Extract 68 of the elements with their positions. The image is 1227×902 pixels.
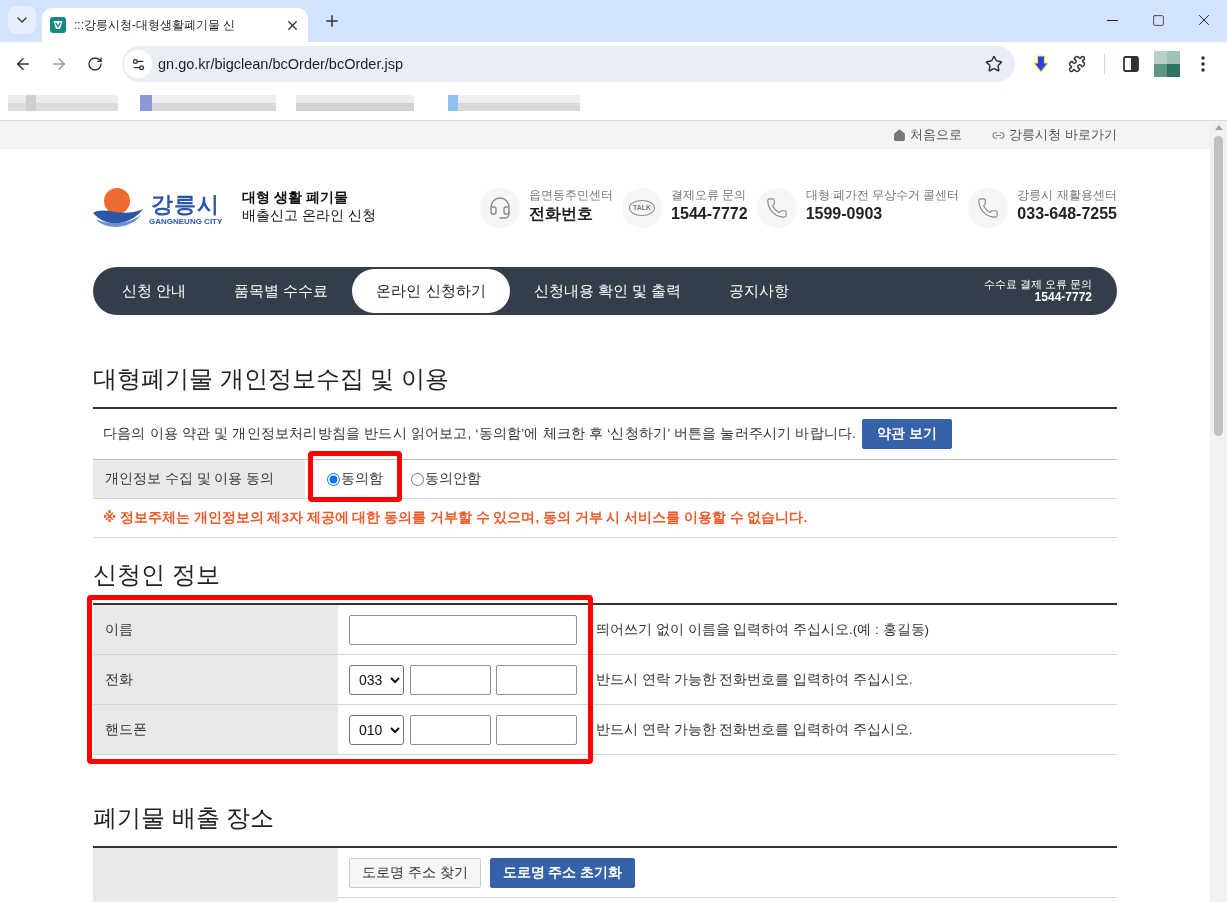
utility-link[interactable]: 강릉시청 바로가기 xyxy=(992,126,1117,144)
puzzle-icon xyxy=(1068,55,1086,73)
nav-tab[interactable]: 온라인 신청하기 xyxy=(352,269,510,313)
warning-text: ※ 정보주체는 개인정보의 제3자 제공에 대한 동의를 거부할 수 있으며, 동의 거부 시 서비스를 이용할 수 없습니다. xyxy=(103,509,808,527)
area-code-select[interactable]: 033 xyxy=(349,664,404,695)
contact-label: 강릉시 재활용센터 xyxy=(1017,188,1117,203)
phone-input-field[interactable] xyxy=(410,664,491,695)
field-hint: 반드시 연락 가능한 전화번호를 입력하여 주십시오. xyxy=(595,720,913,739)
contact-number: 1544-7772 xyxy=(671,204,748,224)
area-code-select[interactable]: 010 xyxy=(349,714,404,745)
tab-search-button[interactable] xyxy=(8,6,36,34)
bookmark-star-icon[interactable] xyxy=(985,55,1003,73)
browser-tab[interactable]: :::강릉시청-대형생활폐기물 신 xyxy=(42,8,308,42)
plus-icon xyxy=(323,12,341,30)
contact-label: 대형 폐가전 무상수거 콜센터 xyxy=(805,188,960,203)
reload-icon xyxy=(87,56,103,72)
section-title: 대형폐기물 개인정보수집 및 이용 xyxy=(93,363,1117,409)
field-label: 전화 xyxy=(93,655,338,704)
tune-icon[interactable] xyxy=(124,50,152,78)
sun-wave-logo-icon xyxy=(93,187,143,229)
field-label: 이름 xyxy=(93,605,338,654)
radio-button[interactable] xyxy=(411,472,424,486)
radio-label[interactable]: 동의안함 xyxy=(425,470,481,488)
up-arrow-icon[interactable] xyxy=(1214,125,1223,130)
home-icon xyxy=(893,128,907,142)
phone-input-field[interactable] xyxy=(496,664,577,695)
field-hint: 띄어쓰기 없이 이름을 입력하여 주십시오.(예 : 홍길동) xyxy=(595,620,929,639)
address-button[interactable]: 도로명 주소 찾기 xyxy=(349,857,481,888)
utility-link[interactable]: 처음으로 xyxy=(893,126,963,144)
nav-tab[interactable]: 신청 안내 xyxy=(98,269,211,313)
contact-label: 결제오류 문의 xyxy=(671,188,748,203)
terms-button[interactable]: 약관 보기 xyxy=(862,419,952,449)
maximize-icon xyxy=(1151,13,1165,27)
phone-icon xyxy=(968,188,1009,228)
address-button[interactable]: 도로명 주소 초기화 xyxy=(489,857,636,888)
contact-number: 전화번호 xyxy=(529,204,594,224)
headset-icon xyxy=(480,188,520,228)
bucket-tile-icon xyxy=(50,17,66,33)
minimize-icon xyxy=(1106,19,1118,21)
field-hint: 반드시 연락 가능한 전화번호를 입력하여 주십시오. xyxy=(595,670,913,689)
contact-number: 1599-0903 xyxy=(805,204,884,224)
help-number: 1544-7772 xyxy=(1034,291,1092,304)
forward-arrow-icon xyxy=(50,55,68,73)
nav-tab[interactable]: 신청내용 확인 및 출력 xyxy=(509,269,706,313)
intro-text: 다음의 이용 약관 및 개인정보처리방침을 반드시 읽어보고, ‘동의함’에 체크한 후 ‘신청하기’ 버튼을 눌러주시기 바랍니다. xyxy=(103,425,857,443)
phone-input-field[interactable] xyxy=(496,714,577,745)
consent-label: 개인정보 수집 및 이용 동의 xyxy=(93,460,305,498)
logo-subtitle: GANGNEUNG CITY xyxy=(149,217,223,227)
scrollbar-thumb[interactable] xyxy=(1214,136,1223,436)
nav-tab[interactable]: 공지사항 xyxy=(705,269,814,313)
menu-icon xyxy=(1201,56,1205,72)
radio-button[interactable] xyxy=(327,472,340,486)
avatar-icon xyxy=(1154,51,1180,77)
contact-label: 읍면동주민센터 xyxy=(529,188,613,203)
address-bar[interactable]: gn.go.kr/bigclean/bcOrder/bcOrder.jsp xyxy=(122,46,1015,82)
name-input-field[interactable] xyxy=(349,614,577,645)
side-panel-icon xyxy=(1123,56,1139,72)
help-label: 수수료 결제 오류 문의 xyxy=(983,278,1092,291)
nav-tab[interactable]: 품목별 수수료 xyxy=(210,269,353,313)
down-arrow-icon xyxy=(1033,55,1049,73)
contact-number: 033-648-7255 xyxy=(1017,204,1117,224)
field-label: 핸드폰 xyxy=(93,705,338,754)
site-subtitle: 배출신고 온라인 신청 xyxy=(242,206,377,224)
radio-label[interactable]: 동의함 xyxy=(341,470,383,488)
phone-input-field[interactable] xyxy=(410,714,491,745)
phone-icon xyxy=(756,188,797,228)
site-title: 대형 생활 폐기물 xyxy=(242,188,350,206)
logo-name: 강릉시 xyxy=(151,193,221,217)
